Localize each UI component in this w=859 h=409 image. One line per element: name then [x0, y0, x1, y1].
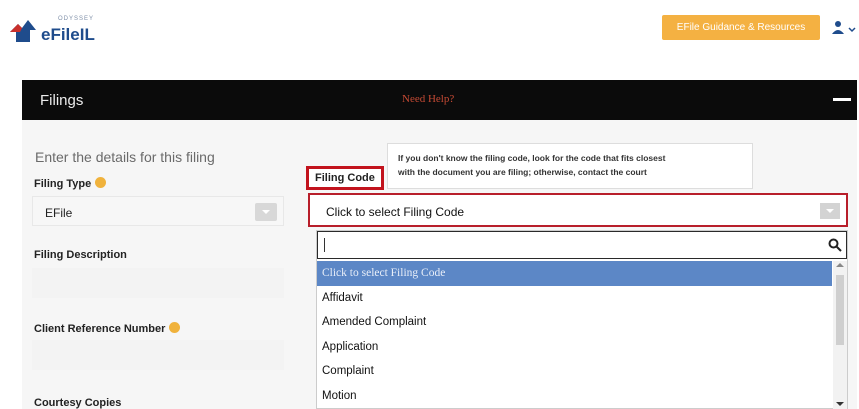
filing-type-label-text: Filing Type — [34, 178, 92, 190]
info-icon[interactable] — [95, 177, 107, 188]
filing-code-options: Click to select Filing Code Affidavit Am… — [317, 261, 832, 408]
filing-code-select[interactable]: Click to select Filing Code — [308, 193, 848, 227]
scrollbar-thumb[interactable] — [836, 275, 844, 345]
filing-type-value: EFile — [45, 206, 73, 220]
logo-tagline: ODYSSEY — [58, 16, 95, 22]
filing-code-tooltip: If you don't know the filing code, look … — [387, 143, 753, 189]
dropdown-scrollbar[interactable] — [833, 261, 847, 409]
filing-code-dropdown: Click to select Filing Code Affidavit Am… — [316, 230, 848, 409]
dropdown-option[interactable]: Click to select Filing Code — [317, 261, 832, 286]
search-icon — [828, 238, 842, 252]
logo-text: eFileIL — [41, 25, 95, 44]
filings-title: Filings — [40, 92, 84, 109]
chevron-down-icon[interactable] — [820, 203, 840, 219]
illinois-state-icon — [10, 20, 36, 42]
filing-description-field[interactable] — [32, 268, 284, 298]
client-reference-label: Client Reference Number — [34, 322, 181, 335]
collapse-icon[interactable] — [833, 98, 851, 101]
info-icon[interactable] — [169, 322, 181, 333]
dropdown-option[interactable]: Complaint — [317, 359, 832, 384]
courtesy-copies-label: Courtesy Copies — [34, 397, 122, 409]
user-menu[interactable] — [832, 20, 856, 36]
filing-code-select-value: Click to select Filing Code — [326, 205, 465, 219]
scroll-up-icon[interactable] — [836, 263, 844, 267]
panel-heading: Enter the details for this filing — [35, 149, 215, 165]
dropdown-option[interactable]: Application — [317, 335, 832, 360]
need-help-link[interactable]: Need Help? — [402, 93, 454, 105]
dropdown-option[interactable]: Motion — [317, 384, 832, 409]
filing-code-search-input[interactable] — [317, 231, 847, 259]
efile-guidance-button[interactable]: EFile Guidance & Resources — [662, 15, 820, 40]
text-caret — [324, 238, 325, 252]
filing-description-label: Filing Description — [34, 249, 127, 261]
chevron-down-icon[interactable] — [255, 203, 277, 221]
user-icon — [832, 21, 856, 34]
tooltip-line-1: If you don't know the filing code, look … — [398, 153, 666, 163]
filings-header-bar: Filings Need Help? — [22, 80, 857, 120]
client-reference-field[interactable] — [32, 340, 284, 370]
dropdown-option[interactable]: Affidavit — [317, 286, 832, 311]
scroll-down-icon[interactable] — [836, 402, 844, 406]
efile-logo[interactable]: ODYSSEY eFileIL — [8, 16, 128, 46]
chevron-down-icon — [848, 27, 856, 33]
filing-code-label: Filing Code — [306, 166, 384, 190]
filing-type-select[interactable]: EFile — [32, 196, 284, 226]
dropdown-option[interactable]: Amended Complaint — [317, 310, 832, 335]
client-reference-label-text: Client Reference Number — [34, 323, 166, 335]
filing-type-label: Filing Type — [34, 177, 107, 190]
tooltip-line-2: with the document you are filing; otherw… — [398, 167, 647, 177]
